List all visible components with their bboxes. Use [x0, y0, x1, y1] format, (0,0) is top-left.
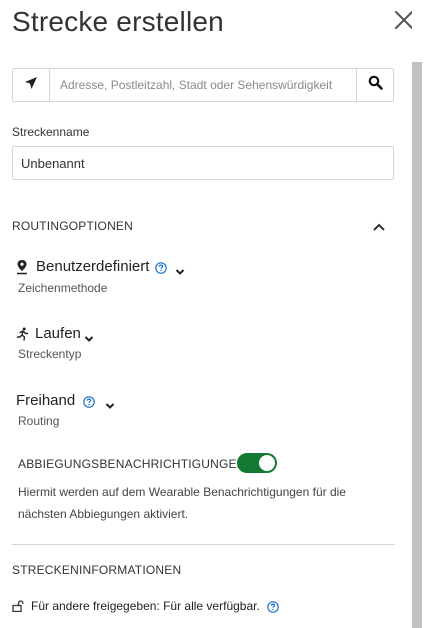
- scrollbar-thumb[interactable]: [412, 62, 422, 628]
- route-type-caption: Streckentyp: [18, 347, 82, 361]
- page-title: Strecke erstellen: [12, 6, 224, 37]
- search-bar: [12, 68, 394, 102]
- section-divider: [12, 544, 395, 545]
- drawing-method-value: Benutzerdefiniert: [36, 258, 150, 275]
- routing-value: Freihand: [16, 392, 76, 409]
- turn-notifications-toggle[interactable]: [237, 453, 277, 473]
- unlock-icon: [12, 600, 24, 612]
- chevron-down-icon: [84, 330, 94, 342]
- chevron-down-icon: [175, 263, 185, 275]
- turn-notifications-label: ABBIEGUNGSBENACHRICHTIGUNGEN: [18, 457, 246, 471]
- search-input[interactable]: [50, 69, 356, 101]
- map-pin-icon: [16, 259, 28, 275]
- help-icon[interactable]: [267, 600, 279, 613]
- help-icon[interactable]: [155, 261, 168, 274]
- routing-dropdown[interactable]: Freihand: [16, 392, 115, 409]
- toggle-knob: [259, 455, 275, 471]
- routing-caption: Routing: [18, 414, 60, 428]
- sharing-row: Für andere freigegeben: Für alle verfügb…: [12, 599, 279, 613]
- search-button[interactable]: [356, 69, 393, 101]
- running-icon: [16, 327, 29, 341]
- location-arrow-icon: [24, 76, 38, 95]
- sharing-status: Für andere freigegeben: Für alle verfügb…: [31, 599, 260, 613]
- drawing-method-caption: Zeichenmethode: [18, 281, 108, 295]
- route-type-value: Laufen: [35, 325, 81, 342]
- routing-options-heading: ROUTINGOPTIONEN: [12, 219, 134, 233]
- drawing-method-dropdown[interactable]: Benutzerdefiniert: [16, 258, 185, 275]
- turn-notifications-description: Hiermit werden auf dem Wearable Benachri…: [18, 485, 346, 521]
- route-name-field[interactable]: [12, 146, 394, 180]
- route-name-label: Streckenname: [12, 125, 90, 139]
- help-icon[interactable]: [83, 395, 96, 408]
- chevron-up-icon[interactable]: [372, 220, 386, 232]
- search-icon: [368, 75, 383, 95]
- create-route-panel: Strecke erstellen Streckenname ROUTINGOP…: [0, 0, 413, 628]
- chevron-down-icon: [105, 397, 115, 409]
- route-type-dropdown[interactable]: Laufen: [16, 325, 94, 342]
- route-info-heading: STRECKENINFORMATIONEN: [12, 563, 182, 577]
- locate-button[interactable]: [13, 69, 50, 101]
